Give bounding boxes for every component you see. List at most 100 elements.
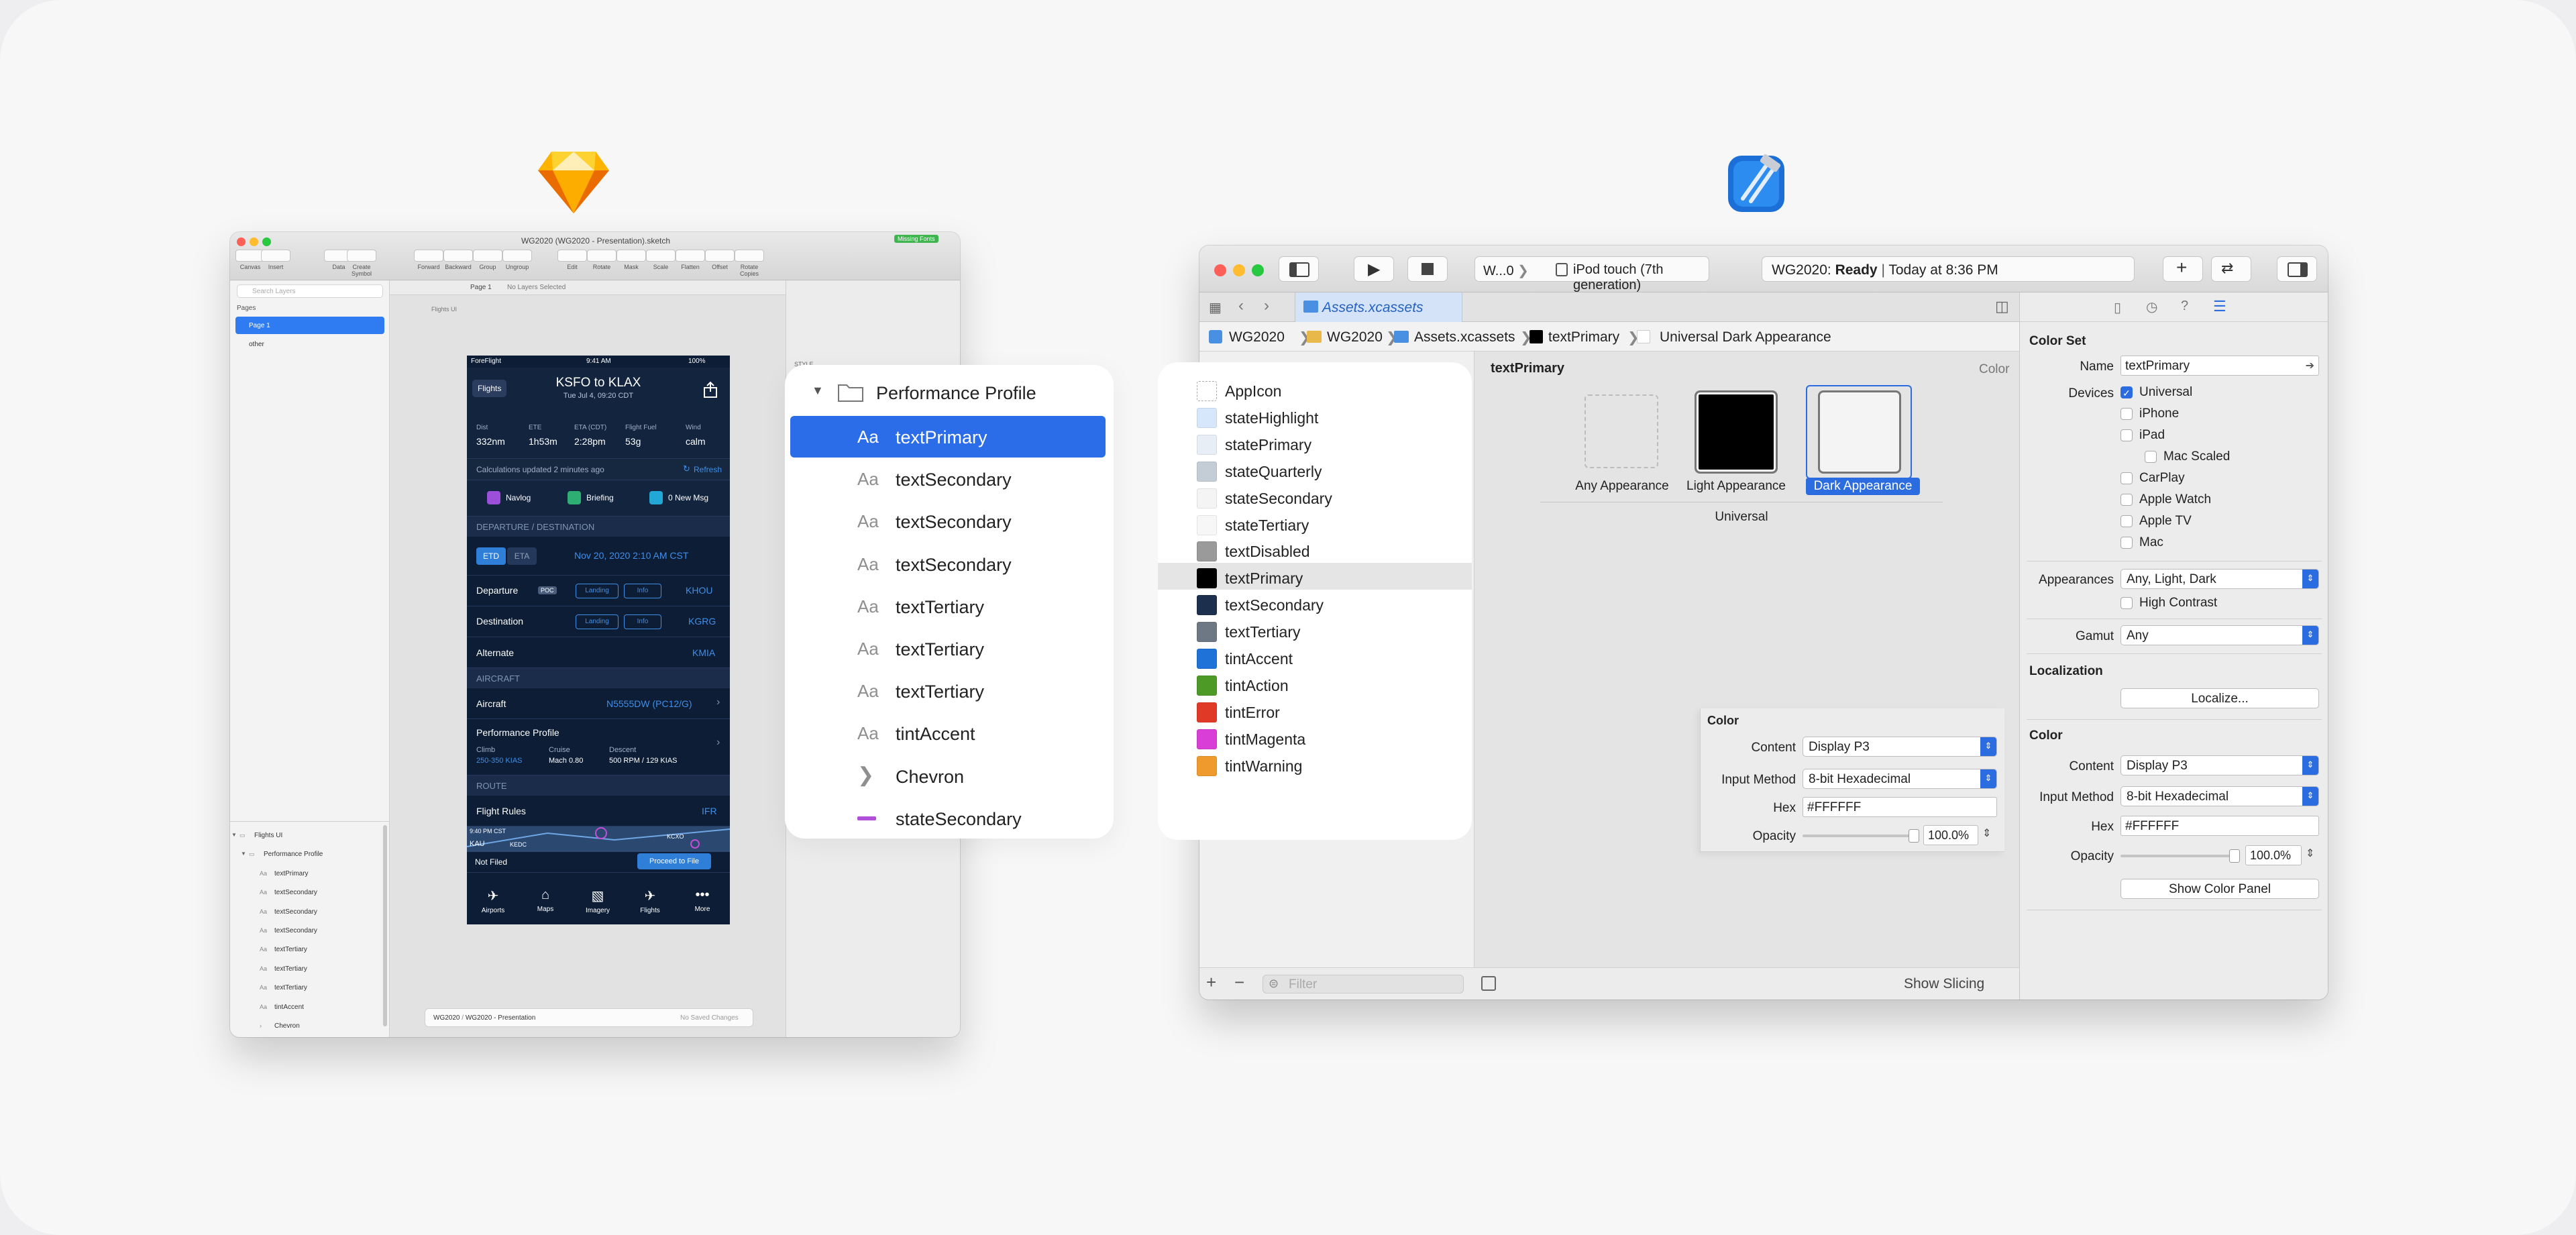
popover-opacity-input[interactable]: 100.0% <box>1923 825 1978 845</box>
device-checkbox-carplay[interactable] <box>2121 472 2133 484</box>
device-checkbox-universal[interactable]: ✓ <box>2121 386 2133 398</box>
toolbar-button-scale[interactable]: Scale <box>646 250 676 270</box>
any-appearance-slot[interactable] <box>1585 394 1658 468</box>
close-window-button[interactable] <box>237 237 246 246</box>
color-asset-item[interactable]: textSecondary <box>1158 590 1472 616</box>
toolbar-button-create-symbol[interactable]: Create Symbol <box>347 250 376 277</box>
device-checkbox-apple-tv[interactable] <box>2121 515 2133 527</box>
attributes-inspector-icon[interactable]: ☰ <box>2213 298 2226 315</box>
device-checkbox-apple-watch[interactable] <box>2121 494 2133 506</box>
run-button[interactable]: ▶ <box>1354 256 1394 282</box>
destination-info-button[interactable]: Info <box>624 614 661 629</box>
briefing-button[interactable]: Briefing <box>586 493 614 502</box>
breadcrumb-appearance[interactable]: Universal Dark Appearance <box>1660 329 1831 345</box>
history-inspector-icon[interactable]: ◷ <box>2146 299 2157 315</box>
share-icon[interactable] <box>702 381 719 398</box>
toolbar-button-rotate[interactable]: Rotate <box>587 250 616 270</box>
breadcrumb-page[interactable]: Page 1 <box>470 284 492 291</box>
device-checkbox-mac[interactable] <box>2121 537 2133 549</box>
missing-fonts-badge[interactable]: Missing Fonts <box>894 235 938 243</box>
minimize-window-button[interactable] <box>250 237 258 246</box>
messages-icon[interactable] <box>649 491 663 504</box>
inspector-toggle-button[interactable] <box>2277 256 2317 282</box>
toolbar-button-ungroup[interactable]: Ungroup <box>502 250 532 270</box>
layer-panel-item[interactable]: Aa textSecondary <box>790 458 1106 500</box>
minimize-window-button[interactable] <box>1233 264 1245 276</box>
document-name[interactable]: WG2020 <box>433 1014 460 1022</box>
layer-row[interactable]: Aa textPrimary <box>230 865 390 883</box>
layer-row[interactable]: —stateSecondary <box>230 1036 390 1037</box>
color-asset-item[interactable]: tintAction <box>1158 670 1472 697</box>
toolbar-button-insert[interactable]: Insert <box>261 250 290 270</box>
refresh-icon[interactable]: ↻ <box>683 464 690 474</box>
layer-row[interactable]: › Chevron <box>230 1017 390 1036</box>
dark-appearance-swatch[interactable] <box>1818 390 1901 474</box>
show-color-panel-button[interactable]: Show Color Panel <box>2121 879 2319 899</box>
light-appearance-swatch[interactable] <box>1695 390 1778 474</box>
messages-button[interactable]: 0 New Msg <box>668 493 708 502</box>
forward-chevron-icon[interactable]: › <box>1264 297 1269 315</box>
remove-asset-button[interactable]: − <box>1234 972 1244 993</box>
popover-content-select[interactable]: Display P3 ⇕ <box>1803 737 1997 757</box>
etd-segment[interactable]: ETD <box>476 547 506 565</box>
appearances-select[interactable]: Any, Light, Dark ⇕ <box>2121 569 2319 589</box>
tab-assets[interactable]: Assets.xcassets <box>1295 292 1462 322</box>
document-page[interactable]: WG2020 - Presentation <box>466 1014 536 1022</box>
zoom-window-button[interactable] <box>262 237 271 246</box>
color-asset-item[interactable]: textDisabled <box>1158 536 1472 563</box>
layer-row[interactable]: Aa tintAccent <box>230 998 390 1017</box>
departure-info-button[interactable]: Info <box>624 584 661 598</box>
gamut-select[interactable]: Any ⇕ <box>2121 625 2319 645</box>
layer-panel-item[interactable]: Aa textTertiary <box>790 670 1106 712</box>
stepper-icon[interactable]: ⇕ <box>2306 847 2314 860</box>
color-asset-item[interactable]: stateQuarterly <box>1158 456 1472 483</box>
briefing-icon[interactable] <box>568 491 581 504</box>
add-asset-button[interactable]: + <box>1206 972 1216 993</box>
eta-segment[interactable]: ETA <box>507 547 537 565</box>
scheme-selector[interactable]: W...0 ❯ iPod touch (7th generation) <box>1474 256 1709 292</box>
layers-scrollbar[interactable] <box>383 825 387 1026</box>
slicing-icon[interactable] <box>1481 976 1496 991</box>
breadcrumb-group[interactable]: WG2020 <box>1327 329 1383 345</box>
proceed-to-file-button[interactable]: Proceed to File <box>637 853 711 869</box>
opacity-slider[interactable] <box>2121 855 2235 857</box>
layer-row[interactable]: ▭ Flights UI ▼ <box>230 826 390 845</box>
layer-row[interactable]: Aa textSecondary <box>230 883 390 902</box>
layer-panel-item[interactable]: Aa tintAccent <box>790 712 1106 754</box>
tab-more[interactable]: ••• More <box>676 888 729 913</box>
localize-button[interactable]: Localize... <box>2121 688 2319 708</box>
layer-row[interactable]: ▭ Performance Profile ▼ <box>230 845 390 864</box>
refresh-link[interactable]: Refresh <box>694 465 722 474</box>
performance-profile-row[interactable]: Performance Profile Climb 250-350 KIAS C… <box>467 719 730 775</box>
color-asset-item[interactable]: tintMagenta <box>1158 724 1472 751</box>
toolbar-button-mask[interactable]: Mask <box>616 250 646 270</box>
zoom-window-button[interactable] <box>1252 264 1264 276</box>
arrow-right-circle-icon[interactable]: ➔ <box>2306 359 2314 372</box>
color-asset-item[interactable]: textTertiary <box>1158 616 1472 643</box>
destination-landing-button[interactable]: Landing <box>576 614 619 629</box>
disclosure-triangle-icon[interactable]: ▼ <box>241 851 246 857</box>
popover-input-select[interactable]: 8-bit Hexadecimal ⇕ <box>1803 769 1997 789</box>
color-asset-item[interactable]: stateTertiary <box>1158 510 1472 537</box>
group-label[interactable]: Performance Profile <box>876 383 1036 404</box>
flight-rules-row[interactable]: Flight Rules IFR <box>467 796 730 826</box>
file-inspector-icon[interactable]: ▯ <box>2114 299 2121 316</box>
color-asset-item[interactable]: stateHighlight <box>1158 402 1472 429</box>
artboard-label[interactable]: Flights UI <box>431 306 457 313</box>
breadcrumb-colorset[interactable]: textPrimary <box>1548 329 1619 345</box>
popover-hex-input[interactable]: #FFFFFF <box>1803 797 1997 817</box>
aircraft-value[interactable]: N5555DW (PC12/G) <box>606 698 692 709</box>
split-editor-icon[interactable]: ◫ <box>1995 298 2009 315</box>
help-inspector-icon[interactable]: ? <box>2181 299 2188 314</box>
toolbar-button-backward[interactable]: Backward <box>443 250 473 270</box>
etd-value[interactable]: Nov 20, 2020 2:10 AM CST <box>574 550 688 561</box>
departure-code[interactable]: KHOU <box>686 585 712 596</box>
asset-editor[interactable]: textPrimary Color Any Appearance Light A… <box>1474 352 2019 1000</box>
layer-row[interactable]: Aa textTertiary <box>230 979 390 998</box>
library-button[interactable]: + <box>2163 256 2203 282</box>
layer-panel-item[interactable]: stateSecondary <box>790 798 1106 839</box>
toolbar-button-group[interactable]: Group <box>473 250 502 270</box>
toolbar-button-offset[interactable]: Offset <box>705 250 735 270</box>
color-asset-item[interactable]: stateSecondary <box>1158 483 1472 510</box>
name-input[interactable]: textPrimary ➔ <box>2121 356 2319 376</box>
